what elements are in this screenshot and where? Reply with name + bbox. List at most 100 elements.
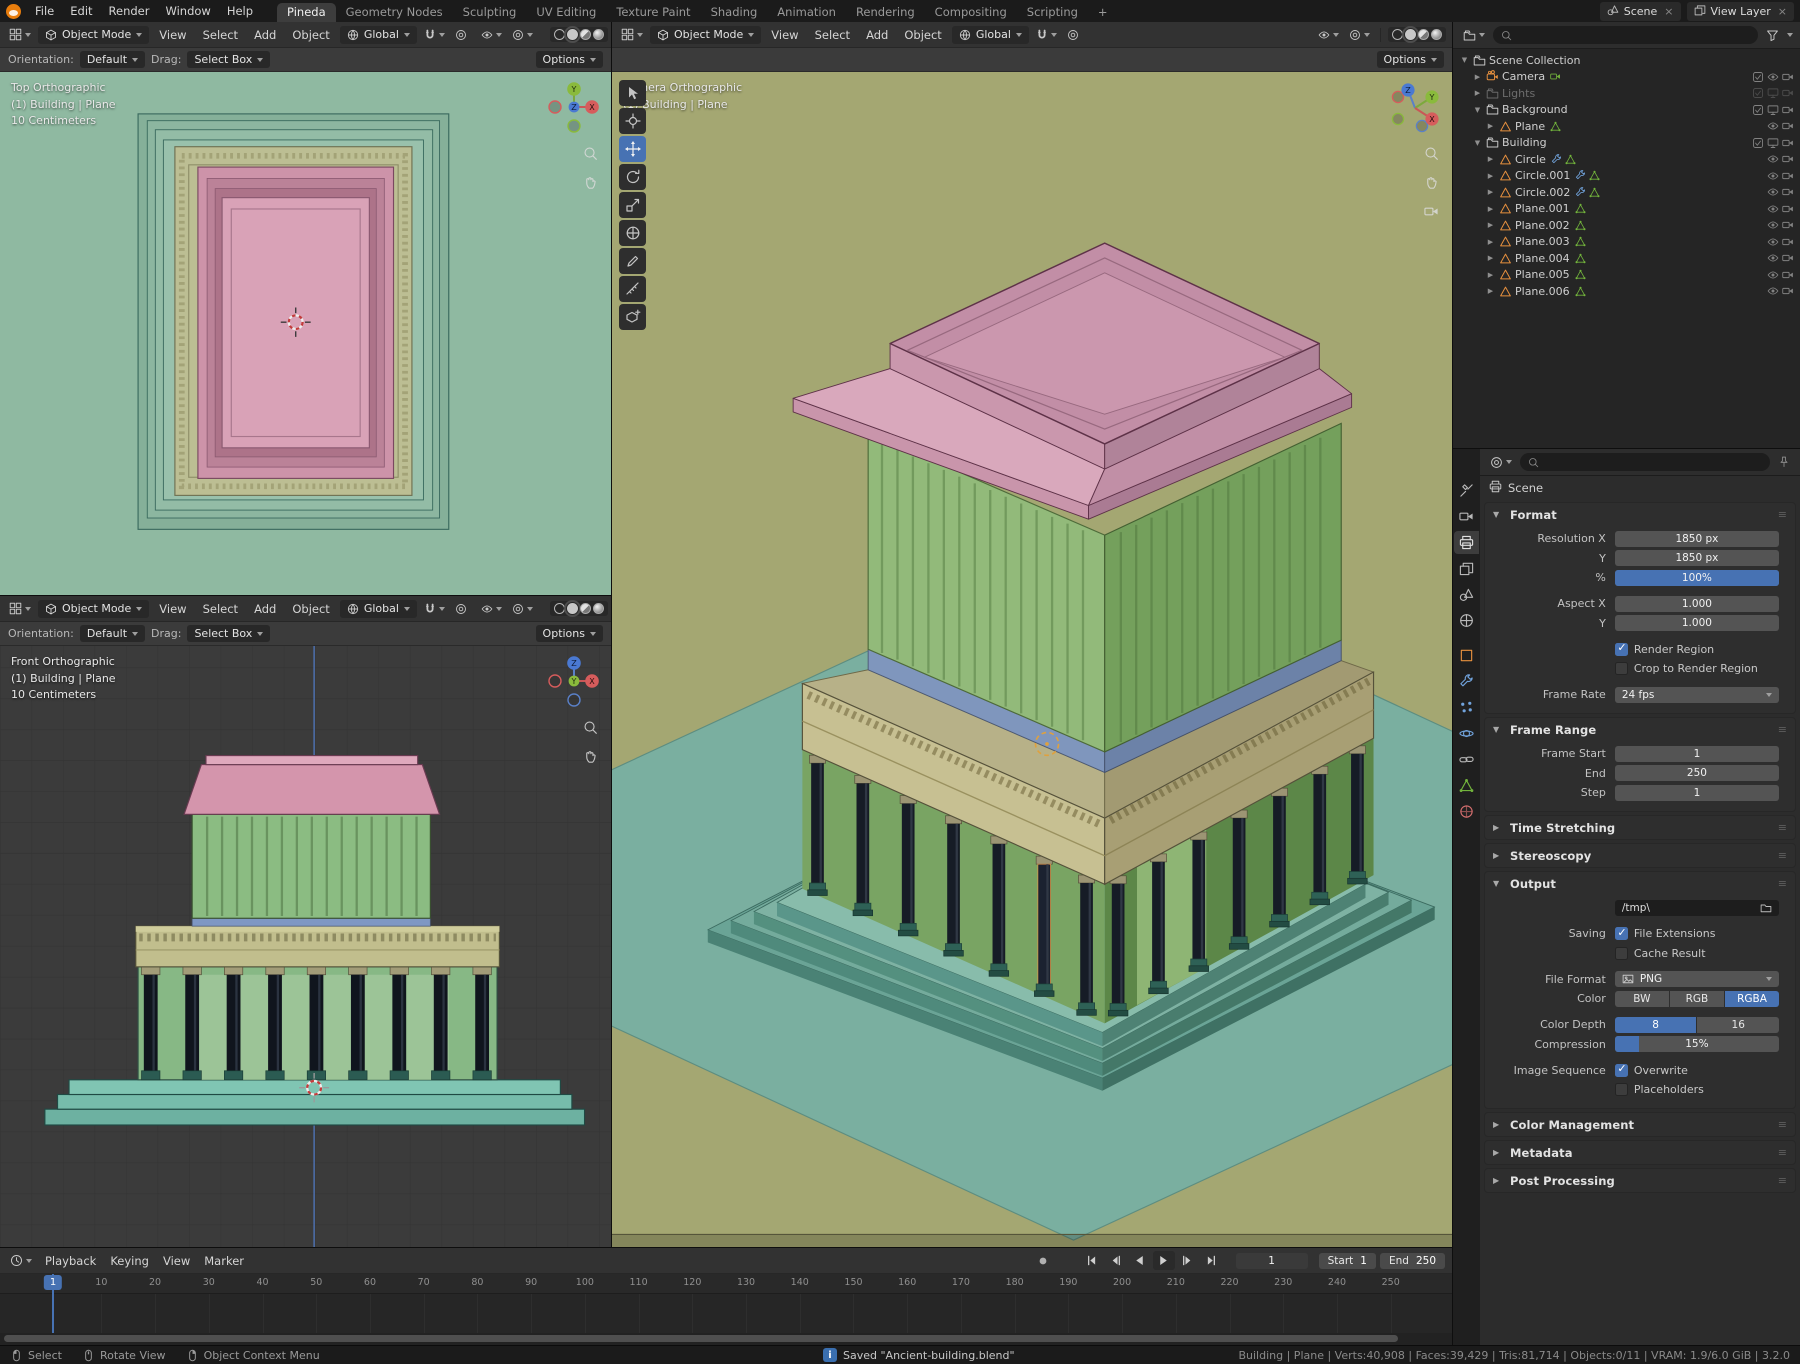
add-workspace-button[interactable]: + <box>1088 3 1118 22</box>
tool-move[interactable] <box>619 136 646 162</box>
outliner-row-building[interactable]: ▼ Building <box>1453 135 1800 152</box>
axis-gizmo[interactable]: Y X Z <box>545 78 603 139</box>
menu-window[interactable]: Window <box>157 2 218 20</box>
mode-dropdown[interactable]: Object Mode <box>38 599 150 618</box>
cam-toggle[interactable] <box>1782 219 1794 231</box>
section-header-stereoscopy[interactable]: ▶ Stereoscopy ≡ <box>1485 844 1795 867</box>
orientation-dropdown[interactable]: Global <box>339 25 417 44</box>
editor-type-button[interactable] <box>6 600 34 617</box>
timeline-ruler[interactable]: 10 20 30 40 50 60 70 80 90 100 110 120 130 140 150 160 1… <box>0 1274 1452 1294</box>
workspace-tab-pineda[interactable]: Pineda <box>277 3 336 22</box>
expand-caret[interactable]: ▶ <box>1485 221 1496 229</box>
outliner-row-plane-002[interactable]: ▶ Plane.002 <box>1453 217 1800 234</box>
segment-rgb[interactable]: RGB <box>1669 990 1724 1007</box>
mode-dropdown[interactable]: Object Mode <box>650 25 762 44</box>
checkbox-saving[interactable] <box>1614 926 1628 940</box>
workspace-tab-uv-editing[interactable]: UV Editing <box>526 3 606 22</box>
check-toggle[interactable] <box>1752 87 1764 99</box>
expand-caret[interactable]: ▶ <box>1485 254 1496 262</box>
viewport-menu-select[interactable]: Select <box>197 26 244 44</box>
expand-caret[interactable]: ▶ <box>1485 287 1496 295</box>
properties-tab-object[interactable] <box>1454 644 1479 667</box>
cam-toggle[interactable] <box>1782 104 1794 116</box>
axis-gizmo[interactable]: Z X Y <box>545 652 603 713</box>
snapping-magnet-button[interactable] <box>421 601 448 617</box>
eye-toggle[interactable] <box>1767 203 1779 215</box>
viewport-menu-object[interactable]: Object <box>286 26 335 44</box>
segment-rgba[interactable]: RGBA <box>1724 990 1779 1007</box>
tool-measure[interactable] <box>619 276 646 302</box>
eye-toggle[interactable] <box>1767 170 1779 182</box>
snapping-magnet-button[interactable] <box>421 27 448 43</box>
show-overlays-button[interactable] <box>509 601 536 617</box>
field-frame-start[interactable]: 1 <box>1614 745 1779 762</box>
expand-caret[interactable]: ▶ <box>1485 205 1496 213</box>
outliner-row-camera[interactable]: ▶ Camera <box>1453 69 1800 86</box>
expand-caret[interactable]: ▶ <box>1485 238 1496 246</box>
expand-caret[interactable]: ▶ <box>1485 122 1496 130</box>
outliner-row-plane-003[interactable]: ▶ Plane.003 <box>1453 234 1800 251</box>
show-gizmos-button[interactable] <box>1315 27 1342 43</box>
drag-mode-dropdown[interactable]: Select Box <box>187 51 271 68</box>
expand-caret[interactable]: ▼ <box>1472 139 1483 147</box>
transport-jump-end[interactable] <box>1201 1251 1223 1270</box>
properties-tab-physics[interactable] <box>1454 722 1479 745</box>
auto-keying-icon[interactable] <box>1034 1253 1052 1269</box>
checkbox-render-region[interactable] <box>1614 641 1628 656</box>
eye-toggle[interactable] <box>1767 153 1779 165</box>
cam-toggle[interactable] <box>1782 87 1794 99</box>
outliner-row-plane-006[interactable]: ▶ Plane.006 <box>1453 283 1800 300</box>
eye-toggle[interactable] <box>1767 186 1779 198</box>
zoom-button[interactable] <box>1424 146 1439 164</box>
section-header-output[interactable]: ▼ Output ≡ <box>1485 872 1795 895</box>
options-button[interactable]: Options <box>535 625 603 642</box>
cam-toggle[interactable] <box>1782 203 1794 215</box>
eye-toggle[interactable] <box>1767 236 1779 248</box>
outliner-row-scene-collection[interactable]: ▼ Scene Collection <box>1453 52 1800 69</box>
field-step[interactable]: 1 <box>1614 784 1779 801</box>
viewport-menu-select[interactable]: Select <box>809 26 856 44</box>
cam-toggle[interactable] <box>1782 236 1794 248</box>
expand-caret[interactable]: ▶ <box>1485 188 1496 196</box>
expand-caret[interactable]: ▼ <box>1459 56 1470 64</box>
properties-tab-view-layer[interactable] <box>1454 557 1479 580</box>
tool-orientation-dropdown[interactable]: Default <box>79 625 146 642</box>
transport-jump-prev-keyframe[interactable] <box>1105 1251 1127 1270</box>
outliner-row-circle-001[interactable]: ▶ Circle.001 <box>1453 168 1800 185</box>
slider-[interactable]: 100% <box>1614 569 1779 586</box>
expand-caret[interactable]: ▼ <box>1472 106 1483 114</box>
viewport-menu-add[interactable]: Add <box>248 26 282 44</box>
viewport-menu-add[interactable]: Add <box>248 600 282 618</box>
checkbox-cache-result[interactable] <box>1614 946 1628 960</box>
outliner-row-lights[interactable]: ▶ Lights <box>1453 85 1800 102</box>
options-button[interactable]: Options <box>535 51 603 68</box>
section-header-time-stretching[interactable]: ▶ Time Stretching ≡ <box>1485 816 1795 839</box>
editor-type-button[interactable] <box>1487 454 1515 471</box>
frame-start-field[interactable]: Start 1 <box>1318 1252 1376 1269</box>
segment-16[interactable]: 16 <box>1697 1016 1779 1033</box>
camera-view-button[interactable] <box>1424 204 1439 222</box>
tool-cursor[interactable] <box>619 108 646 134</box>
options-button[interactable]: Options <box>1376 51 1444 68</box>
section-header-format[interactable]: ▼ Format ≡ <box>1485 503 1795 526</box>
workspace-tab-geometry-nodes[interactable]: Geometry Nodes <box>336 3 453 22</box>
section-header-frame-range[interactable]: ▼ Frame Range ≡ <box>1485 718 1795 741</box>
menu-edit[interactable]: Edit <box>62 2 100 20</box>
outliner-row-plane-001[interactable]: ▶ Plane.001 <box>1453 201 1800 218</box>
properties-tab-tool[interactable] <box>1454 479 1479 502</box>
cam-toggle[interactable] <box>1782 71 1794 83</box>
transport-jump-start[interactable] <box>1081 1251 1103 1270</box>
transport-play-reverse[interactable] <box>1129 1251 1151 1270</box>
viewport-menu-add[interactable]: Add <box>860 26 894 44</box>
cam-toggle[interactable] <box>1782 153 1794 165</box>
expand-caret[interactable]: ▶ <box>1472 89 1483 97</box>
axis-gizmo[interactable]: Z Y X <box>1386 78 1444 139</box>
dropdown-file-format[interactable]: PNG <box>1614 971 1779 987</box>
expand-caret[interactable]: ▶ <box>1485 271 1496 279</box>
expand-caret[interactable]: ▶ <box>1485 155 1496 163</box>
proportional-edit-button[interactable] <box>1064 27 1082 43</box>
tool-orientation-dropdown[interactable]: Default <box>79 51 146 68</box>
proportional-edit-button[interactable] <box>452 601 470 617</box>
cam-toggle[interactable] <box>1782 137 1794 149</box>
checkbox-placeholders[interactable] <box>1614 1083 1628 1096</box>
